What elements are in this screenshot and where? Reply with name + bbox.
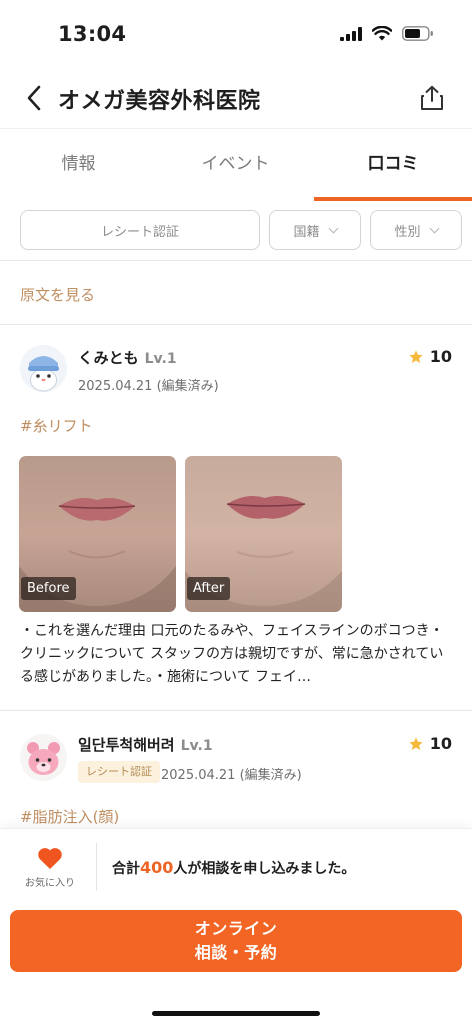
nationality-filter-label: 国籍 xyxy=(293,224,320,240)
review-rating: 10 xyxy=(408,734,452,753)
view-original-link[interactable]: 原文を見る xyxy=(20,284,95,305)
active-tab-indicator xyxy=(314,197,472,201)
divider xyxy=(0,710,472,711)
navigation-bar: オメガ美容外科医院 xyxy=(0,70,472,128)
share-icon xyxy=(421,85,443,110)
gender-filter-dropdown[interactable]: 性別 xyxy=(370,210,462,250)
review-hashtag[interactable]: #糸リフト xyxy=(20,415,93,436)
review-hashtag[interactable]: #脂肪注入(顔) xyxy=(20,806,119,827)
after-label: After xyxy=(187,577,231,600)
heart-icon xyxy=(38,848,62,869)
cta-line-2: 相談・予約 xyxy=(194,943,278,962)
cta-line-1: オンライン xyxy=(194,919,278,938)
status-time: 13:04 xyxy=(58,22,127,46)
nationality-filter-dropdown[interactable]: 国籍 xyxy=(269,210,361,250)
reviewer-name: 일단투척해버려 Lv.1 xyxy=(78,734,213,755)
filter-bar: レシート認証 国籍 性別 xyxy=(0,210,472,260)
tab-info[interactable]: 情報 xyxy=(0,129,157,201)
reviewer-level: Lv.1 xyxy=(144,351,177,367)
rating-value: 10 xyxy=(429,347,452,366)
reviewer-name: くみとも Lv.1 xyxy=(78,347,177,368)
tab-bar: 情報 イベント 口コミ xyxy=(0,128,472,202)
home-indicator xyxy=(152,1011,320,1016)
chevron-down-icon xyxy=(328,223,338,233)
battery-icon xyxy=(402,26,433,41)
star-icon xyxy=(409,736,423,750)
online-consult-booking-button[interactable]: オンライン 相談・予約 xyxy=(10,910,462,972)
favorite-label: お気に入り xyxy=(25,878,75,889)
consult-count: 400 xyxy=(140,858,174,877)
chevron-left-icon xyxy=(27,85,41,111)
avatar xyxy=(20,734,67,781)
reviewer-level: Lv.1 xyxy=(180,738,213,754)
tab-events[interactable]: イベント xyxy=(157,129,314,201)
receipt-verified-badge: レシート認証 xyxy=(78,761,160,783)
review-rating: 10 xyxy=(408,347,452,366)
status-bar: 13:04 xyxy=(0,0,472,66)
share-button[interactable] xyxy=(414,80,450,116)
receipt-filter-label: レシート認証 xyxy=(100,224,179,240)
page-title: オメガ美容外科医院 xyxy=(58,89,261,114)
rating-value: 10 xyxy=(429,734,452,753)
status-icons xyxy=(340,26,434,41)
tab-reviews[interactable]: 口コミ xyxy=(314,129,472,201)
before-label: Before xyxy=(21,577,76,600)
before-photo[interactable]: Before xyxy=(19,456,176,612)
avatar-bear-icon xyxy=(20,734,67,781)
divider xyxy=(0,324,472,325)
receipt-filter-button[interactable]: レシート認証 xyxy=(20,210,260,250)
after-photo[interactable]: After xyxy=(185,456,342,612)
favorite-button[interactable]: お気に入り xyxy=(14,847,86,893)
vertical-divider xyxy=(96,843,97,891)
avatar xyxy=(20,345,67,392)
gender-filter-label: 性別 xyxy=(394,224,421,240)
bottom-action-panel: お気に入り 合計400人が相談を申し込みました。 オンライン 相談・予約 xyxy=(0,828,472,1024)
review-body[interactable]: ・これを選んだ理由 口元のたるみや、フェイスラインのボコつき・クリニックについて… xyxy=(20,620,454,689)
divider xyxy=(0,260,472,261)
review-date: 2025.04.21 (編集済み) xyxy=(78,379,219,394)
consult-suffix: 人が相談を申し込みました。 xyxy=(173,861,356,877)
reviewer-name-text: くみとも xyxy=(78,349,139,367)
chevron-down-icon xyxy=(429,223,439,233)
back-button[interactable] xyxy=(14,78,54,118)
consultation-count-text: 合計400人が相談を申し込みました。 xyxy=(112,858,355,878)
review-date: 2025.04.21 (編集済み) xyxy=(161,768,302,783)
wifi-icon xyxy=(372,26,392,41)
consult-prefix: 合計 xyxy=(112,861,140,877)
avatar-character-icon xyxy=(20,345,67,392)
star-icon xyxy=(409,349,423,363)
signal-icon xyxy=(340,26,362,41)
reviewer-name-text: 일단투척해버려 xyxy=(78,736,175,754)
